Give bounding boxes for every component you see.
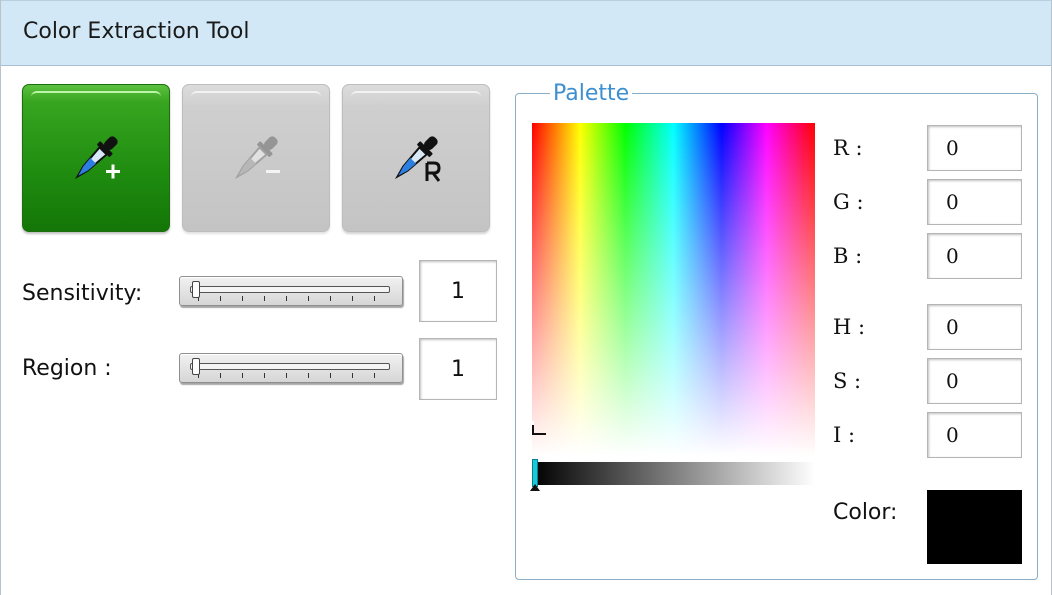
add-color-button[interactable]	[22, 84, 170, 232]
color-extraction-window: Color Extraction Tool Sensitivity: 1 Reg…	[0, 0, 1052, 595]
i-value-field[interactable]: 0	[927, 412, 1022, 458]
b-value-field[interactable]: 0	[927, 233, 1022, 279]
slider-track	[190, 363, 390, 370]
b-label: B :	[833, 244, 863, 268]
r-value-field[interactable]: 0	[927, 125, 1022, 171]
r-label: R :	[833, 136, 863, 160]
slider-thumb[interactable]	[192, 358, 200, 375]
reset-color-button[interactable]	[342, 84, 490, 232]
slider-ticks	[198, 296, 388, 301]
s-label: S :	[833, 369, 862, 393]
slider-track	[190, 286, 390, 293]
i-label: I :	[833, 423, 856, 447]
remove-color-button[interactable]	[182, 84, 330, 232]
window-title: Color Extraction Tool	[23, 19, 250, 44]
g-label: G :	[833, 190, 864, 214]
region-label: Region :	[22, 356, 112, 381]
g-value-field[interactable]: 0	[927, 179, 1022, 225]
eyedropper-reset-icon	[394, 136, 441, 182]
eyedropper-plus-icon	[74, 136, 120, 180]
color-swatch	[927, 490, 1022, 564]
sensitivity-label: Sensitivity:	[22, 281, 143, 306]
region-slider[interactable]	[179, 353, 403, 383]
slider-thumb[interactable]	[192, 281, 200, 298]
intensity-marker[interactable]	[532, 459, 538, 487]
spectrum-crosshair[interactable]	[532, 421, 546, 435]
region-value-input[interactable]: 1	[419, 338, 497, 400]
title-bar: Color Extraction Tool	[1, 0, 1051, 66]
h-label: H :	[833, 315, 866, 339]
slider-ticks	[198, 373, 388, 378]
intensity-arrow-icon	[530, 484, 540, 491]
color-label: Color:	[833, 500, 898, 525]
sensitivity-slider[interactable]	[179, 276, 403, 306]
palette-legend: Palette	[550, 81, 633, 106]
sensitivity-value-input[interactable]: 1	[419, 260, 497, 322]
s-value-field[interactable]: 0	[927, 358, 1022, 404]
intensity-bar[interactable]	[532, 462, 815, 485]
hue-saturation-spectrum[interactable]	[532, 123, 815, 456]
h-value-field[interactable]: 0	[927, 304, 1022, 350]
eyedropper-minus-icon	[234, 136, 280, 180]
